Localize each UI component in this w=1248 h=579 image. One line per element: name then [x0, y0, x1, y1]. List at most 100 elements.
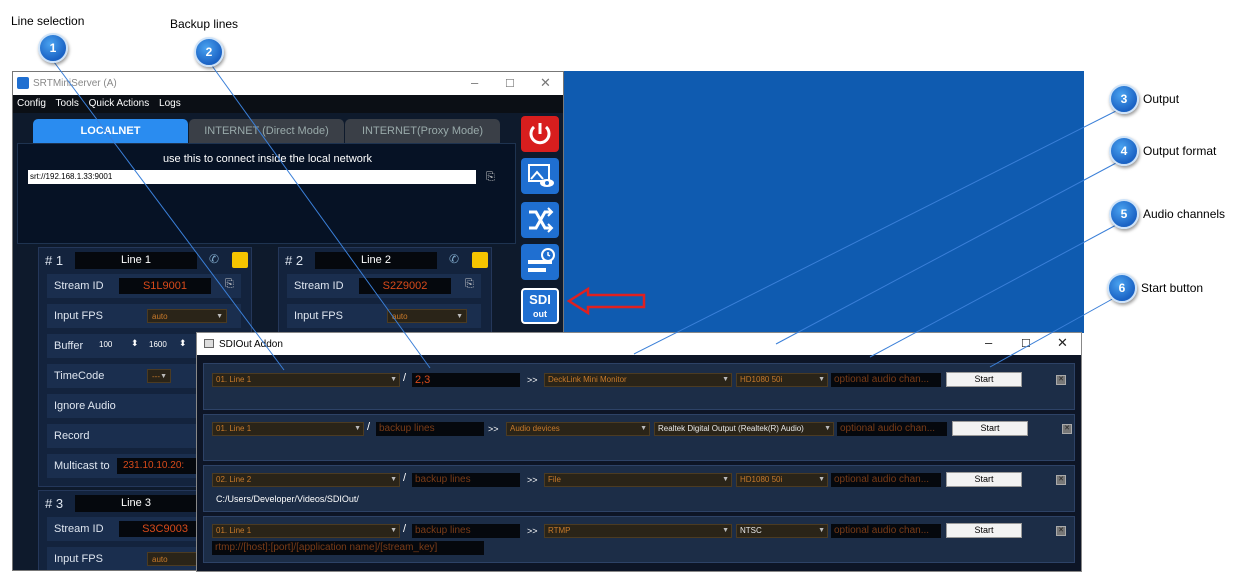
buffer-max[interactable]: 1600	[149, 340, 167, 349]
backup-lines-input[interactable]: 2,3	[412, 373, 520, 387]
tab-localnet[interactable]: LOCALNET	[33, 119, 188, 143]
start-button[interactable]: Start	[946, 523, 1022, 538]
output-select[interactable]: DeckLink Mini Monitor	[544, 373, 732, 387]
buffer-spin-icon[interactable]: ⬍	[131, 338, 139, 349]
output-format-select[interactable]: HD1080 50i	[736, 473, 828, 487]
stream-id-value[interactable]: S2Z9002	[359, 278, 451, 294]
sdi-out-button[interactable]: SDI out	[521, 288, 559, 324]
connection-hint: use this to connect inside the local net…	[162, 153, 373, 165]
stream-id-value[interactable]: S1L9001	[119, 278, 211, 294]
copy-icon[interactable]: ⎘	[486, 171, 495, 184]
output-format-select[interactable]: Realtek Digital Output (Realtek(R) Audio…	[654, 422, 834, 436]
maximize-button[interactable]: ☐	[1021, 337, 1031, 350]
line-name[interactable]: Line 3	[75, 495, 197, 512]
menu-quick-actions[interactable]: Quick Actions	[89, 98, 150, 109]
srt-url-field[interactable]: srt://192.168.1.33:9001	[28, 170, 476, 184]
remove-row-icon[interactable]: ✕	[1056, 475, 1066, 485]
status-indicator[interactable]	[472, 252, 488, 268]
callout-label-3: Output	[1143, 92, 1180, 106]
backup-lines-input[interactable]: backup lines	[376, 422, 484, 436]
audio-channels-input[interactable]: optional audio chan...	[837, 422, 947, 436]
route-arrow: >>	[527, 475, 538, 485]
maximize-button[interactable]: ☐	[505, 77, 515, 90]
minimize-button[interactable]: –	[985, 335, 992, 350]
output-select[interactable]: Audio devices	[506, 422, 650, 436]
callout-badge-3: 3	[1109, 84, 1139, 114]
line-select[interactable]: 01. Line 1	[212, 524, 400, 538]
phone-icon[interactable]: ✆	[209, 252, 219, 266]
status-indicator[interactable]	[232, 252, 248, 268]
line-select[interactable]: 02. Line 2	[212, 473, 400, 487]
input-fps-label: Input FPS	[54, 553, 103, 565]
buffer-label: Buffer	[54, 340, 84, 352]
slash-separator: /	[403, 523, 407, 535]
buffer-spin-icon[interactable]: ⬍	[179, 338, 187, 349]
line-select[interactable]: 01. Line 1	[212, 422, 364, 436]
timecode-select[interactable]: ---	[147, 369, 171, 384]
output-row-2: 01. Line 1 / backup lines >> Audio devic…	[203, 414, 1075, 461]
schedule-icon	[528, 248, 555, 272]
backup-lines-input[interactable]: backup lines	[412, 524, 520, 538]
shuffle-button[interactable]	[521, 202, 559, 238]
input-fps-select[interactable]: auto	[147, 309, 227, 324]
stream-id-label: Stream ID	[54, 523, 104, 535]
tab-internet-proxy[interactable]: INTERNET(Proxy Mode)	[345, 119, 500, 143]
remove-row-icon[interactable]: ✕	[1062, 424, 1072, 434]
stream-id-label: Stream ID	[294, 280, 344, 292]
multicast-value[interactable]: 231.10.10.20:	[117, 458, 203, 474]
stream-id-label: Stream ID	[54, 280, 104, 292]
close-button[interactable]: ✕	[540, 75, 551, 91]
input-fps-select[interactable]: auto	[387, 309, 467, 324]
line-name[interactable]: Line 1	[75, 252, 197, 269]
buffer-min[interactable]: 100	[99, 340, 112, 349]
window-title: SRTMiniServer (A)	[33, 78, 117, 89]
power-icon	[529, 123, 551, 145]
start-button[interactable]: Start	[946, 372, 1022, 387]
start-button[interactable]: Start	[946, 472, 1022, 487]
tab-internet-direct[interactable]: INTERNET (Direct Mode)	[189, 119, 344, 143]
audio-channels-input[interactable]: optional audio chan...	[831, 373, 941, 387]
copy-icon[interactable]: ⎘	[465, 278, 474, 291]
line-select[interactable]: 01. Line 1	[212, 373, 400, 387]
start-button[interactable]: Start	[952, 421, 1028, 436]
menu-logs[interactable]: Logs	[159, 98, 181, 109]
output-row-3: 02. Line 2 / backup lines >> File HD1080…	[203, 465, 1075, 512]
sdiout-addon-window: SDIOut Addon – ☐ ✕ 01. Line 1 / 2,3 >> D…	[196, 332, 1082, 572]
localnet-panel: use this to connect inside the local net…	[17, 143, 516, 244]
line-name[interactable]: Line 2	[315, 252, 437, 269]
callout-label-5: Audio channels	[1143, 207, 1226, 221]
remove-row-icon[interactable]: ✕	[1056, 375, 1066, 385]
audio-channels-input[interactable]: optional audio chan...	[831, 524, 941, 538]
output-format-select[interactable]: NTSC	[736, 524, 828, 538]
slash-separator: /	[367, 421, 371, 433]
phone-icon[interactable]: ✆	[449, 252, 459, 266]
route-arrow: >>	[488, 424, 499, 434]
remove-row-icon[interactable]: ✕	[1056, 526, 1066, 536]
sdi-label: SDI	[529, 292, 551, 307]
minimize-button[interactable]: –	[471, 75, 478, 90]
app-icon	[17, 77, 29, 89]
output-select[interactable]: RTMP	[544, 524, 732, 538]
line-card-2: # 2 Line 2 ✆ Stream ID S2Z9002 ⎘ Input F…	[278, 247, 492, 337]
output-format-select[interactable]: HD1080 50i	[736, 373, 828, 387]
menu-config[interactable]: Config	[17, 98, 46, 109]
rtmp-url-input[interactable]: rtmp://[host]:[port]/[application name]/…	[212, 541, 484, 555]
record-label: Record	[54, 430, 90, 442]
addon-app-icon	[204, 339, 214, 348]
callout-badge-2: 2	[194, 37, 224, 67]
backup-lines-input[interactable]: backup lines	[412, 473, 520, 487]
output-select[interactable]: File	[544, 473, 732, 487]
close-button[interactable]: ✕	[1057, 335, 1068, 351]
copy-icon[interactable]: ⎘	[225, 278, 234, 291]
schedule-button[interactable]	[521, 244, 559, 280]
audio-channels-input[interactable]: optional audio chan...	[831, 473, 941, 487]
image-eye-icon	[528, 164, 554, 187]
menu-tools[interactable]: Tools	[56, 98, 79, 109]
file-path[interactable]: C:/Users/Developer/Videos/SDIOut/	[216, 494, 359, 504]
power-button[interactable]	[521, 116, 559, 152]
route-arrow: >>	[527, 526, 538, 536]
addon-title-bar: SDIOut Addon – ☐ ✕	[197, 333, 1081, 355]
slash-separator: /	[403, 472, 407, 484]
preview-button[interactable]	[521, 158, 559, 194]
shuffle-icon	[529, 207, 554, 233]
